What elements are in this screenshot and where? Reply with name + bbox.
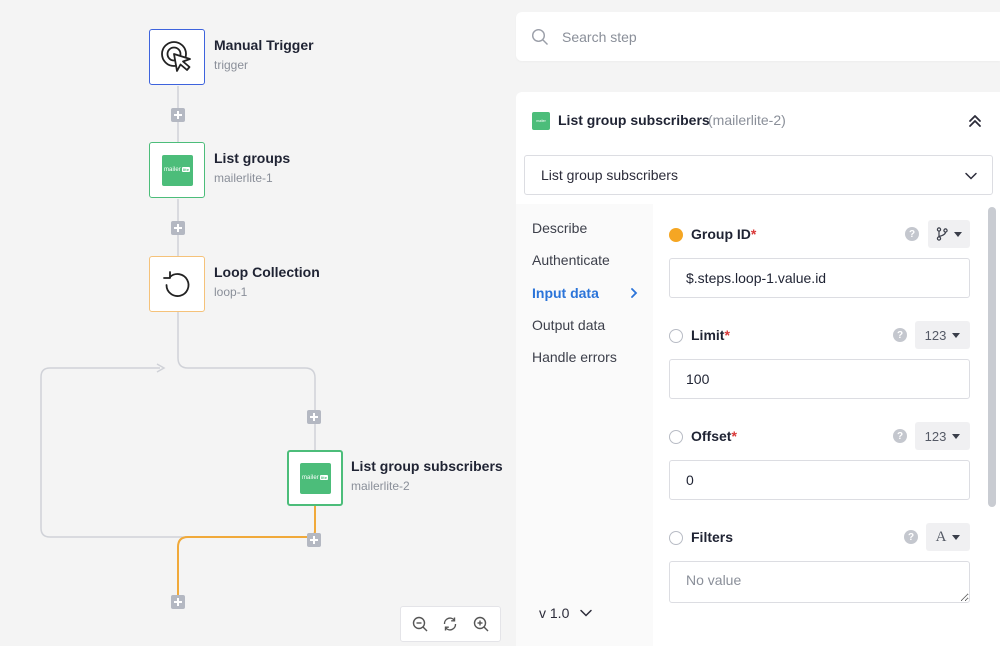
input-data-form[interactable]: Group ID* ? Limit* ? 123 Offset* ? [653,204,988,624]
node-title: Loop Collection [214,264,320,280]
zoom-in-icon [473,616,489,632]
help-icon[interactable]: ? [904,530,918,544]
help-icon[interactable]: ? [893,328,907,342]
node-title: Manual Trigger [214,37,314,53]
collapse-panel-icon[interactable] [966,112,984,130]
workflow-canvas[interactable]: Manual Trigger trigger mailer lite List g… [0,0,515,646]
type-label: 123 [924,428,947,444]
branch-icon [936,227,948,241]
zoom-in-button[interactable] [469,612,493,636]
add-step-button[interactable] [307,410,321,424]
action-select-value: List group subscribers [541,167,678,183]
node-subtitle: loop-1 [214,285,248,299]
field-label-offset: Offset* [691,428,737,444]
group-id-input[interactable] [669,258,970,298]
cursor-click-icon [161,41,191,72]
action-select[interactable]: List group subscribers [524,155,993,195]
add-step-button[interactable] [307,533,321,547]
type-selector[interactable]: A [926,523,970,551]
workflow-edges [40,86,316,596]
help-icon[interactable]: ? [905,227,919,241]
mailerlite-logo: mailer lite [299,462,331,494]
node-subtitle: mailerlite-2 [351,479,410,493]
mailerlite-logo: mailer lite [161,154,193,186]
type-label: 123 [924,327,947,343]
nav-item-describe[interactable]: Describe [532,220,587,236]
search-icon [531,28,548,45]
node-subtitle: trigger [214,58,249,72]
field-label-group-id: Group ID* [691,226,757,242]
refresh-icon [444,617,457,631]
reset-zoom-button[interactable] [438,612,462,636]
node-list-groups[interactable]: mailer lite [149,142,205,198]
node-title: List groups [214,150,291,166]
node-subtitle: mailerlite-1 [214,171,273,185]
node-list-group-subscribers[interactable]: mailer lite [287,450,343,506]
type-label: A [935,528,947,545]
mailerlite-logo: mailer [532,112,550,130]
field-status-indicator [669,531,683,545]
form-scrollbar[interactable] [988,207,996,507]
version-select[interactable]: v 1.0 [539,605,593,621]
field-label-limit: Limit* [691,327,730,343]
zoom-controls [400,606,501,642]
nav-item-input-data[interactable]: Input data [532,285,599,301]
panel-header: mailer List group subscribers (mailerlit… [516,92,1000,148]
type-selector[interactable] [928,220,970,248]
field-label-filters: Filters [691,529,734,545]
type-selector[interactable]: 123 [915,321,970,349]
nav-item-output-data[interactable]: Output data [532,317,605,333]
chevron-right-icon [631,288,638,298]
zoom-out-icon [412,616,428,632]
limit-input[interactable] [669,359,970,399]
add-step-button[interactable] [171,108,185,122]
node-manual-trigger[interactable] [149,29,205,85]
add-step-button[interactable] [171,221,185,235]
panel-step-id: (mailerlite-2) [708,112,786,128]
panel-title: List group subscribers [558,112,710,128]
type-selector[interactable]: 123 [915,422,970,450]
field-status-indicator [669,329,683,343]
field-status-indicator [669,430,683,444]
loop-arrow-icon [163,271,190,297]
nav-item-handle-errors[interactable]: Handle errors [532,349,617,365]
nav-item-authenticate[interactable]: Authenticate [532,252,610,268]
offset-input[interactable] [669,460,970,500]
search-step-input[interactable] [562,24,982,50]
node-title: List group subscribers [351,458,503,474]
search-step-box [516,12,1000,61]
step-section-nav: Describe Authenticate Input data Output … [516,204,653,646]
chevron-down-icon [965,172,977,180]
version-label: v 1.0 [539,605,570,621]
step-config-panel: mailer List group subscribers (mailerlit… [516,92,1000,646]
help-icon[interactable]: ? [893,429,907,443]
zoom-out-button[interactable] [408,612,432,636]
node-loop-collection[interactable] [149,256,205,312]
chevron-down-icon [580,609,593,617]
field-status-indicator [669,228,683,242]
add-step-button[interactable] [171,595,185,609]
filters-textarea[interactable] [669,561,970,603]
